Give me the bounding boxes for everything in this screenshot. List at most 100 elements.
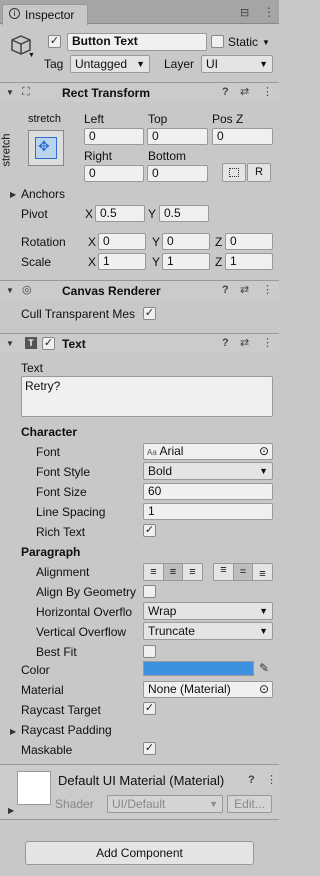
material-preview-thumbnail	[17, 771, 51, 805]
align-bottom-button[interactable]: ≡	[253, 564, 272, 580]
shader-dropdown[interactable]: UI/Default ▼	[107, 795, 223, 813]
cull-transparent-checkbox[interactable]: ✓	[143, 307, 156, 320]
tag-dropdown[interactable]: Untagged ▼	[70, 55, 150, 73]
font-style-dropdown[interactable]: Bold ▼	[143, 462, 273, 480]
component-menu-icon[interactable]: ⋮	[262, 85, 273, 98]
text-area[interactable]: Retry?	[21, 376, 273, 417]
scale-z-field[interactable]: 1	[225, 253, 273, 270]
h-align-group: ≡ ≡ ≡	[143, 563, 203, 581]
anchors-label[interactable]: Anchors	[21, 187, 65, 201]
font-label: Font	[36, 445, 61, 459]
rot-x-label: X	[88, 235, 97, 249]
info-icon: i	[9, 8, 20, 19]
material-fold-icon[interactable]: ▶	[8, 806, 14, 815]
scale-x-label: X	[88, 255, 97, 269]
preset-settings-icon[interactable]: ⇄	[240, 336, 249, 349]
icon-dropdown-arrow[interactable]: ▼	[28, 52, 35, 59]
preset-settings-icon[interactable]: ⇄	[240, 283, 249, 296]
rich-text-label: Rich Text	[36, 525, 86, 539]
tab-inspector[interactable]: i Inspector	[2, 4, 88, 25]
color-swatch[interactable]	[143, 661, 254, 676]
active-checkbox[interactable]: ✓	[48, 35, 61, 48]
paragraph-heading: Paragraph	[21, 545, 81, 559]
raycast-target-label: Raycast Target	[21, 703, 101, 717]
pivot-x-field[interactable]: 0.5	[95, 205, 145, 222]
tab-menu-icon[interactable]: ⋮	[263, 5, 275, 19]
rot-y-label: Y	[152, 235, 161, 249]
object-picker-icon[interactable]: ⊙	[259, 444, 269, 459]
top-field[interactable]: 0	[147, 128, 208, 145]
static-dropdown-icon[interactable]: ▼	[262, 38, 270, 47]
help-icon[interactable]: ?	[248, 774, 255, 786]
bottom-label: Bottom	[148, 149, 187, 163]
layer-dropdown[interactable]: UI ▼	[201, 55, 273, 73]
v-overflow-dropdown[interactable]: Truncate ▼	[143, 622, 273, 640]
canvas-renderer-title: Canvas Renderer	[62, 284, 161, 298]
align-left-button[interactable]: ≡	[144, 564, 163, 580]
help-icon[interactable]: ?	[222, 86, 229, 98]
text-component-header[interactable]: ▼ T ✓ Text ? ⇄ ⋮	[0, 333, 279, 353]
eyedropper-icon[interactable]: ✎	[259, 661, 269, 675]
align-middle-button[interactable]: =	[233, 564, 253, 580]
tag-label: Tag	[44, 57, 64, 71]
line-spacing-field[interactable]: 1	[143, 503, 273, 520]
h-overflow-dropdown[interactable]: Wrap ▼	[143, 602, 273, 620]
help-icon[interactable]: ?	[222, 284, 229, 296]
align-geometry-checkbox[interactable]	[143, 585, 156, 598]
pivot-y-field[interactable]: 0.5	[159, 205, 209, 222]
canvas-renderer-header[interactable]: ▼ ◎ Canvas Renderer ? ⇄ ⋮	[0, 280, 279, 300]
v-align-group: ≡ = ≡	[213, 563, 273, 581]
scale-z-label: Z	[215, 255, 223, 269]
left-field[interactable]: 0	[84, 128, 144, 145]
bottom-field[interactable]: 0	[147, 165, 208, 182]
help-icon[interactable]: ?	[222, 337, 229, 349]
rich-text-checkbox[interactable]: ✓	[143, 524, 156, 537]
right-field[interactable]: 0	[84, 165, 144, 182]
align-center-button[interactable]: ≡	[163, 564, 183, 580]
preset-settings-icon[interactable]: ⇄	[240, 85, 249, 98]
fold-open-icon: ▼	[6, 339, 14, 348]
lock-icon[interactable]: ⊟	[240, 6, 249, 19]
align-right-button[interactable]: ≡	[183, 564, 202, 580]
component-menu-icon[interactable]: ⋮	[262, 283, 273, 296]
maskable-checkbox[interactable]: ✓	[143, 742, 156, 755]
rot-x-field[interactable]: 0	[98, 233, 146, 250]
raycast-target-checkbox[interactable]: ✓	[143, 702, 156, 715]
static-checkbox[interactable]	[211, 35, 224, 48]
raycast-padding-fold-icon[interactable]: ▶	[10, 727, 16, 736]
pivot-label: Pivot	[21, 207, 48, 221]
font-size-field[interactable]: 60	[143, 483, 273, 500]
shader-edit-button[interactable]: Edit...	[227, 795, 272, 813]
rotation-label: Rotation	[21, 235, 66, 249]
object-picker-icon[interactable]: ⊙	[259, 682, 269, 697]
font-field[interactable]: Aa Arial ⊙	[143, 443, 273, 460]
scale-y-field[interactable]: 1	[162, 253, 210, 270]
add-component-button[interactable]: Add Component	[25, 841, 254, 865]
font-size-label: Font Size	[36, 485, 87, 499]
anchor-preset-button[interactable]: ✥	[28, 130, 64, 166]
scale-x-field[interactable]: 1	[98, 253, 146, 270]
object-name-field[interactable]: Button Text	[67, 33, 207, 51]
rot-y-field[interactable]: 0	[162, 233, 210, 250]
scale-y-label: Y	[152, 255, 161, 269]
v-overflow-label: Vertical Overflow	[36, 625, 127, 639]
tab-title: Inspector	[25, 8, 75, 22]
anchors-fold-icon[interactable]: ▶	[10, 190, 16, 199]
rect-transform-title: Rect Transform	[62, 86, 151, 100]
component-menu-icon[interactable]: ⋮	[262, 336, 273, 349]
blueprint-mode-button[interactable]	[222, 163, 246, 182]
rect-transform-header[interactable]: ▼ ⛶ Rect Transform ? ⇄ ⋮	[0, 82, 279, 102]
right-label: Right	[84, 149, 113, 163]
best-fit-checkbox[interactable]	[143, 645, 156, 658]
cull-transparent-label: Cull Transparent Mes	[21, 307, 136, 321]
posz-field[interactable]: 0	[212, 128, 273, 145]
material-field[interactable]: None (Material) ⊙	[143, 681, 273, 698]
raycast-padding-label[interactable]: Raycast Padding	[21, 723, 112, 737]
rot-z-field[interactable]: 0	[225, 233, 273, 250]
text-enabled-checkbox[interactable]: ✓	[42, 337, 55, 350]
align-top-button[interactable]: ≡	[214, 564, 233, 580]
font-asset-icon: Aa	[147, 448, 157, 457]
raw-edit-button[interactable]: R	[247, 163, 271, 182]
component-menu-icon[interactable]: ⋮	[266, 773, 277, 786]
left-label: Left	[84, 112, 105, 126]
